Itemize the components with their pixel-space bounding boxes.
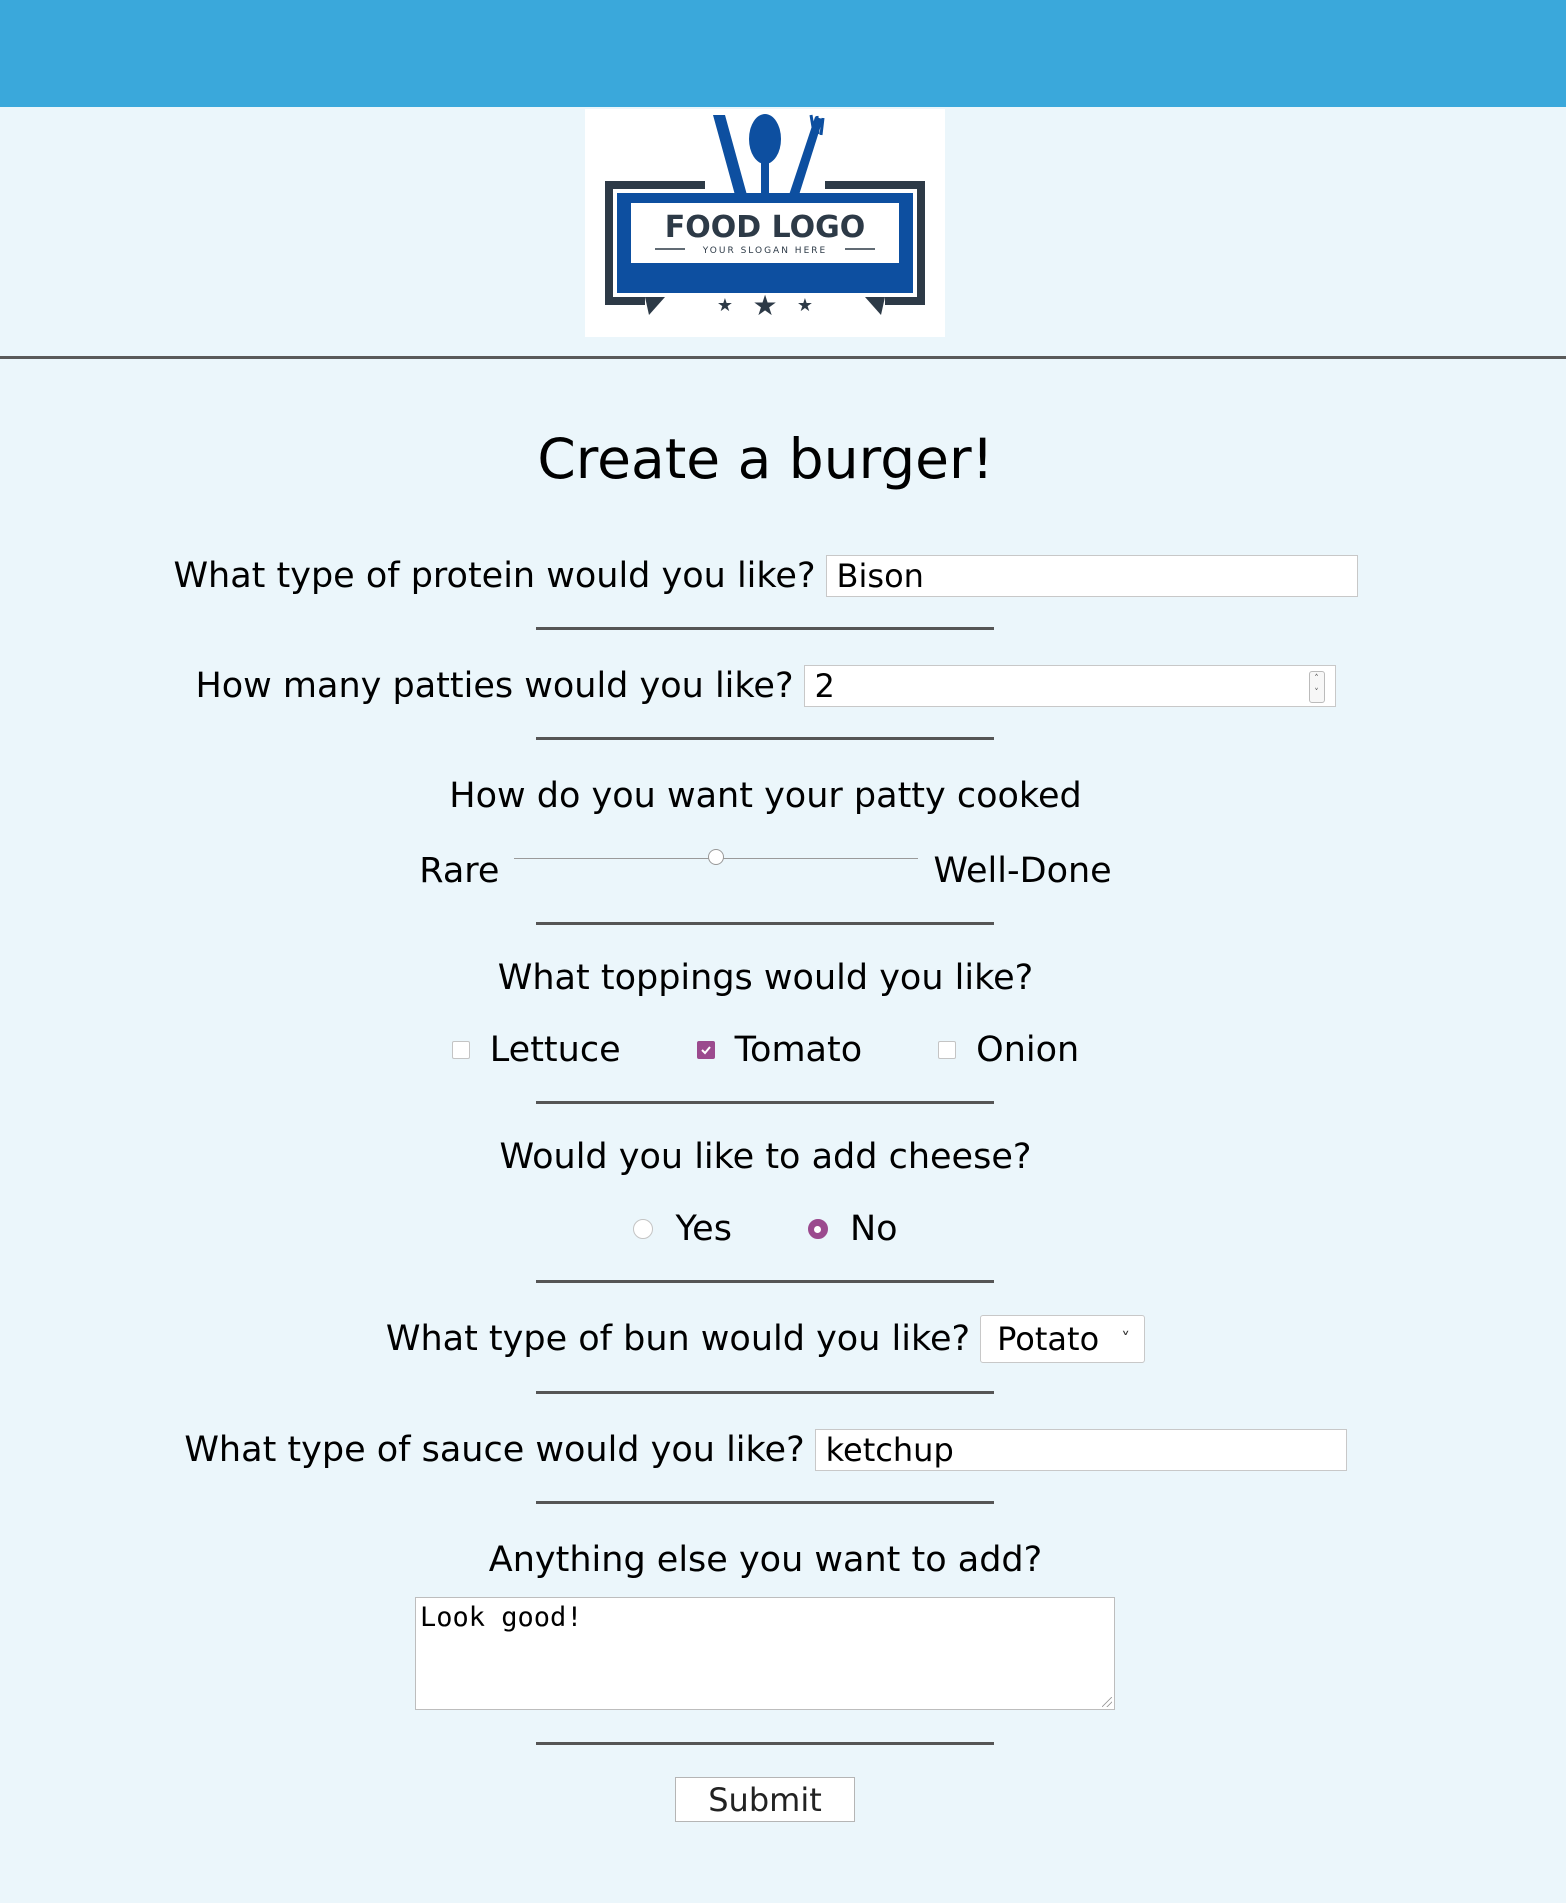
doneness-slider[interactable] [514, 844, 919, 874]
cook-question-row: How do you want your patty cooked [0, 773, 1531, 819]
section-divider [536, 737, 994, 740]
notes-question-row: Anything else you want to add? [0, 1537, 1531, 1583]
bun-row: What type of bun would you like? Potato … [0, 1314, 1531, 1364]
bun-select[interactable]: Potato ˅ [980, 1315, 1146, 1363]
slider-min-label: Rare [419, 851, 500, 891]
topping-option-tomato[interactable]: Tomato [696, 1030, 863, 1070]
bun-select-value: Potato [997, 1320, 1100, 1358]
protein-row: What type of protein would you like? Bis… [0, 553, 1531, 598]
header-divider [0, 356, 1566, 359]
onion-checkbox[interactable] [938, 1041, 957, 1059]
cheese-option-label: No [849, 1209, 898, 1249]
svg-text:★: ★ [797, 295, 813, 315]
topping-label: Tomato [734, 1030, 863, 1070]
number-spinner[interactable]: ˄ ˅ [1308, 670, 1325, 703]
section-divider [536, 1391, 994, 1394]
yes-radio[interactable] [633, 1219, 654, 1239]
toppings-question-row: What toppings would you like? [0, 955, 1531, 1001]
svg-text:★: ★ [752, 290, 777, 321]
cheese-option-label: Yes [675, 1209, 732, 1249]
svg-text:★: ★ [717, 295, 733, 315]
toppings-options-row: Lettuce Tomato Onion [0, 1027, 1531, 1073]
section-divider [536, 1280, 994, 1283]
slider-thumb[interactable] [708, 849, 725, 865]
cheese-question-row: Would you like to add cheese? [0, 1134, 1531, 1180]
patties-label: How many patties would you like? [195, 665, 794, 706]
no-radio[interactable] [807, 1219, 828, 1239]
section-divider [536, 1101, 994, 1104]
toppings-label: What toppings would you like? [497, 958, 1034, 998]
slider-max-label: Well-Done [933, 851, 1112, 891]
sauce-input[interactable]: ketchup [814, 1428, 1347, 1471]
lettuce-checkbox[interactable] [451, 1041, 470, 1059]
logo-slogan: YOUR SLOGAN HERE [702, 246, 827, 256]
chevron-down-icon: ˅ [1121, 1328, 1131, 1350]
cheese-option-no[interactable]: No [807, 1209, 898, 1249]
protein-input[interactable]: Bison [825, 554, 1358, 597]
cook-label: How do you want your patty cooked [449, 776, 1082, 816]
page-title: Create a burger! [537, 427, 994, 491]
resize-grip-icon[interactable] [1102, 1697, 1112, 1707]
cheese-options-row: Yes No [0, 1206, 1531, 1252]
cheese-option-yes[interactable]: Yes [633, 1209, 732, 1249]
bun-label: What type of bun would you like? [385, 1319, 971, 1359]
notes-label: Anything else you want to add? [488, 1540, 1043, 1580]
logo-title: FOOD LOGO [665, 210, 866, 245]
section-divider [536, 1742, 994, 1745]
topping-label: Lettuce [489, 1030, 621, 1070]
patties-row: How many patties would you like? 2 ˄ ˅ [0, 663, 1531, 708]
logo-graphic: FOOD LOGO YOUR SLOGAN HERE ★ ★ ★ [605, 114, 925, 321]
protein-label: What type of protein would you like? [173, 555, 816, 596]
section-divider [536, 1501, 994, 1504]
sauce-input-value: ketchup [825, 1430, 954, 1469]
submit-button[interactable]: Submit [675, 1777, 855, 1822]
sauce-label: What type of sauce would you like? [184, 1429, 805, 1470]
cook-slider-row: Rare Well-Done [0, 848, 1531, 894]
topping-option-onion[interactable]: Onion [938, 1030, 1079, 1070]
notes-textarea-value: Look good! [420, 1602, 583, 1633]
protein-input-value: Bison [836, 556, 924, 595]
tomato-checkbox[interactable] [696, 1041, 715, 1059]
topping-option-lettuce[interactable]: Lettuce [451, 1030, 621, 1070]
cheese-label: Would you like to add cheese? [499, 1137, 1032, 1177]
section-divider [536, 922, 994, 925]
patties-input-value: 2 [814, 666, 835, 705]
section-divider [536, 627, 994, 630]
patties-number-input[interactable]: 2 ˄ ˅ [803, 664, 1336, 707]
sauce-row: What type of sauce would you like? ketch… [0, 1427, 1531, 1472]
notes-textarea[interactable]: Look good! [415, 1597, 1115, 1710]
top-banner [0, 0, 1566, 107]
topping-label: Onion [976, 1030, 1080, 1070]
food-logo: FOOD LOGO YOUR SLOGAN HERE ★ ★ ★ [585, 109, 945, 337]
